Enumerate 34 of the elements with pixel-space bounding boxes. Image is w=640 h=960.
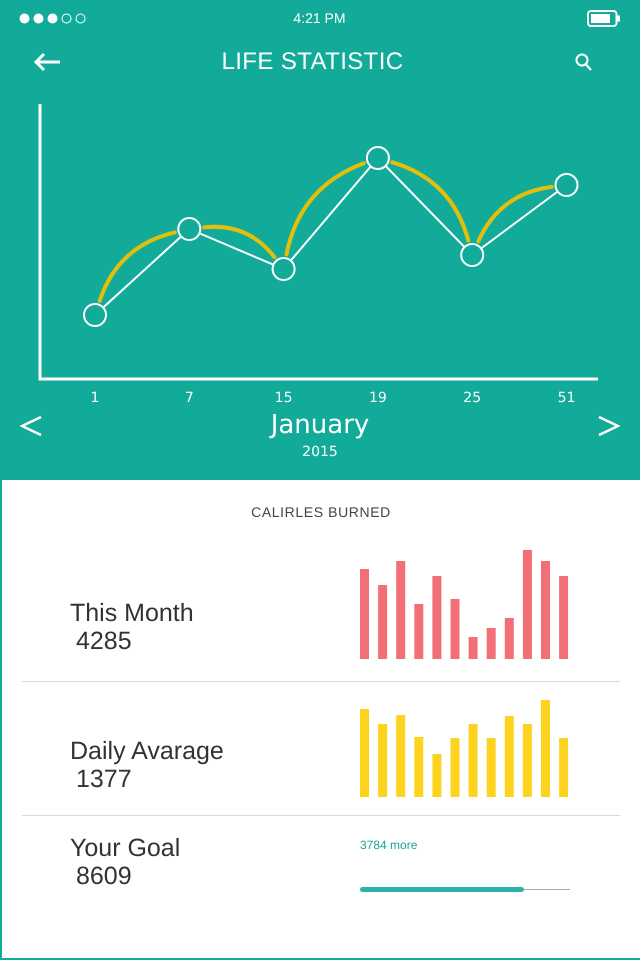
data-point: [177, 217, 202, 241]
previous-month-button[interactable]: [20, 415, 42, 437]
x-axis-label: 25: [463, 390, 482, 406]
data-point: [272, 257, 296, 281]
x-axis-label: 19: [368, 390, 387, 406]
stat-label: Daily Avarage: [70, 737, 224, 765]
data-point: [366, 146, 390, 170]
signal-icon: [19, 12, 86, 24]
data-point: [460, 243, 484, 267]
stat-value: 1377: [75, 765, 132, 793]
stat-value: 4285: [75, 627, 132, 655]
chevron-right-icon: [598, 415, 620, 437]
stat-label: Your Goal: [70, 834, 180, 862]
stat-label: This Month: [70, 599, 194, 627]
back-arrow-icon: [33, 52, 61, 72]
goal-note: 3784 more: [360, 838, 418, 852]
x-axis-label: 1: [90, 390, 100, 406]
next-month-button[interactable]: [598, 415, 620, 437]
section-title: CALIRLES BURNED: [251, 504, 391, 520]
x-axis-label: 7: [184, 390, 194, 406]
x-axis-label: 15: [274, 390, 293, 406]
data-point: [554, 173, 578, 197]
back-button[interactable]: [33, 52, 61, 72]
battery-icon: [587, 10, 620, 26]
year-label: 2015: [302, 443, 338, 461]
x-axis-label: 51: [558, 390, 576, 406]
screen-title: LIFE STATISTIC: [221, 47, 404, 77]
chevron-left-icon: [20, 415, 42, 437]
search-icon: [575, 53, 592, 71]
month-label: January: [270, 410, 370, 440]
status-time: 4:21 PM: [293, 10, 346, 26]
data-point: [83, 303, 107, 327]
search-button[interactable]: [575, 53, 592, 71]
stat-value: 8609: [75, 862, 132, 890]
